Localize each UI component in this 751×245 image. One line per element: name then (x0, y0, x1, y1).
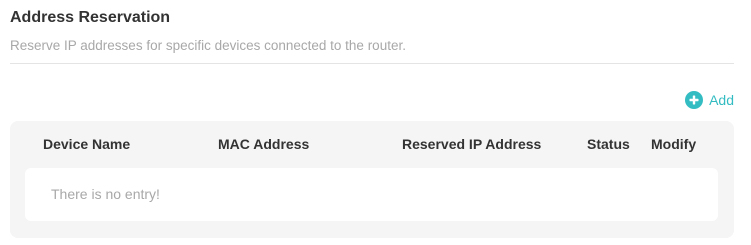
empty-table-row: There is no entry! (25, 168, 718, 221)
add-button-label: Add (709, 92, 734, 108)
column-header-status: Status (587, 136, 630, 152)
section-description: Reserve IP addresses for specific device… (10, 38, 406, 53)
reservation-table: Device Name MAC Address Reserved IP Addr… (10, 121, 734, 238)
section-divider (10, 63, 734, 64)
column-header-device-name: Device Name (43, 136, 131, 152)
add-button[interactable]: Add (685, 91, 734, 109)
column-header-reserved-ip: Reserved IP Address (402, 136, 542, 152)
table-header: Device Name MAC Address Reserved IP Addr… (10, 121, 734, 167)
column-header-modify: Modify (651, 136, 697, 152)
empty-message: There is no entry! (51, 186, 160, 202)
section-title: Address Reservation (10, 9, 171, 26)
plus-circle-icon (685, 91, 704, 109)
column-header-mac-address: MAC Address (218, 136, 310, 152)
